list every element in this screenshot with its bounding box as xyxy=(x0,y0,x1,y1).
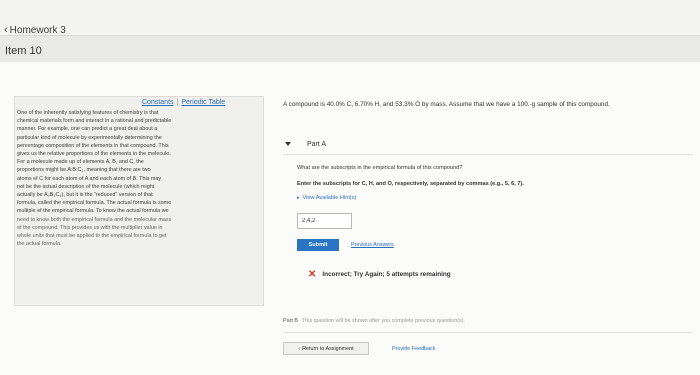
provide-feedback-link[interactable]: Provide Feedback xyxy=(392,346,435,352)
intro-line: percentage composition of the elements i… xyxy=(17,142,169,149)
intro-line: of the compound. This provides us with t… xyxy=(17,224,163,231)
intro-line: chemical materials form and interact in … xyxy=(17,118,172,125)
intro-line: not be the actual description of the mol… xyxy=(17,183,155,190)
intro-line: formula, called the empirical formula. T… xyxy=(17,200,172,207)
periodic-table-link[interactable]: Periodic Table xyxy=(181,99,225,106)
part-b-label: Part B xyxy=(283,318,298,324)
back-link-label: Homework 3 xyxy=(9,24,66,36)
feedback-text: Incorrect; Try Again; 5 attempts remaini… xyxy=(322,271,451,278)
intro-line: whole units that must be applied to the … xyxy=(17,233,167,240)
intro-line: gives us the relative proportions of the… xyxy=(17,151,171,158)
intro-line: actually be A₃B₃C₆), but it is the "redu… xyxy=(17,192,153,199)
item-title: Item 10 xyxy=(5,45,42,57)
intro-line: proportions might be A:B:C₂, meaning tha… xyxy=(17,167,151,174)
hints-label: View Available Hint(s) xyxy=(302,195,357,201)
triangle-right-icon: ▸ xyxy=(297,195,300,201)
intro-line: manner. For example, one can predict a g… xyxy=(17,126,158,133)
top-bar: ‹ Homework 3 xyxy=(0,0,700,36)
intro-line: For a molecule made up of elements A, B,… xyxy=(17,159,144,166)
answer-input[interactable] xyxy=(297,213,352,229)
return-to-assignment-button[interactable]: ‹ Return to Assignment xyxy=(283,342,369,355)
resource-links: Constants | Periodic Table xyxy=(142,99,225,106)
intro-text: One of the inherently satisfying feature… xyxy=(17,110,257,249)
link-separator: | xyxy=(176,99,179,106)
submit-button[interactable]: Submit xyxy=(297,239,339,251)
view-hints-link[interactable]: ▸ View Available Hint(s) xyxy=(297,195,356,201)
part-a-question: What are the subscripts in the empirical… xyxy=(297,165,463,171)
intro-line: the actual formula. xyxy=(17,241,62,248)
incorrect-x-icon: ✕ xyxy=(308,269,317,280)
part-b-note: This question will be shown after you co… xyxy=(301,318,465,324)
intro-line: One of the inherently satisfying feature… xyxy=(17,110,159,116)
intro-line: multiple of the empirical formula. To kn… xyxy=(17,208,169,215)
question-stem: A compound is 40.0% C, 6.70% H, and 53.3… xyxy=(283,101,610,108)
intro-line: atoms of C for each atom of A and each a… xyxy=(17,175,162,182)
feedback-row: ✕ Incorrect; Try Again; 5 attempts remai… xyxy=(308,269,451,280)
chevron-left-icon: ‹ xyxy=(298,345,301,352)
part-a-label: Part A xyxy=(307,140,327,148)
previous-answers-link[interactable]: Previous Answers xyxy=(351,242,394,248)
part-a-instruction: Enter the subscripts for C, H, and O, re… xyxy=(297,181,524,187)
part-a-header[interactable]: Part A xyxy=(283,135,693,153)
footer-divider xyxy=(283,332,693,333)
intro-line: need to know both the empirical formula … xyxy=(17,216,172,223)
back-to-homework-link[interactable]: ‹ Homework 3 xyxy=(4,24,66,36)
part-b-row: Part B This question will be shown after… xyxy=(283,318,465,324)
chevron-left-icon: ‹ xyxy=(4,24,8,36)
intro-line: particular kind of molecule by experimen… xyxy=(17,134,162,141)
return-label: Return to Assignment xyxy=(302,345,354,352)
part-a-divider xyxy=(283,154,693,155)
constants-link[interactable]: Constants xyxy=(142,99,174,106)
caret-down-icon xyxy=(285,142,291,146)
